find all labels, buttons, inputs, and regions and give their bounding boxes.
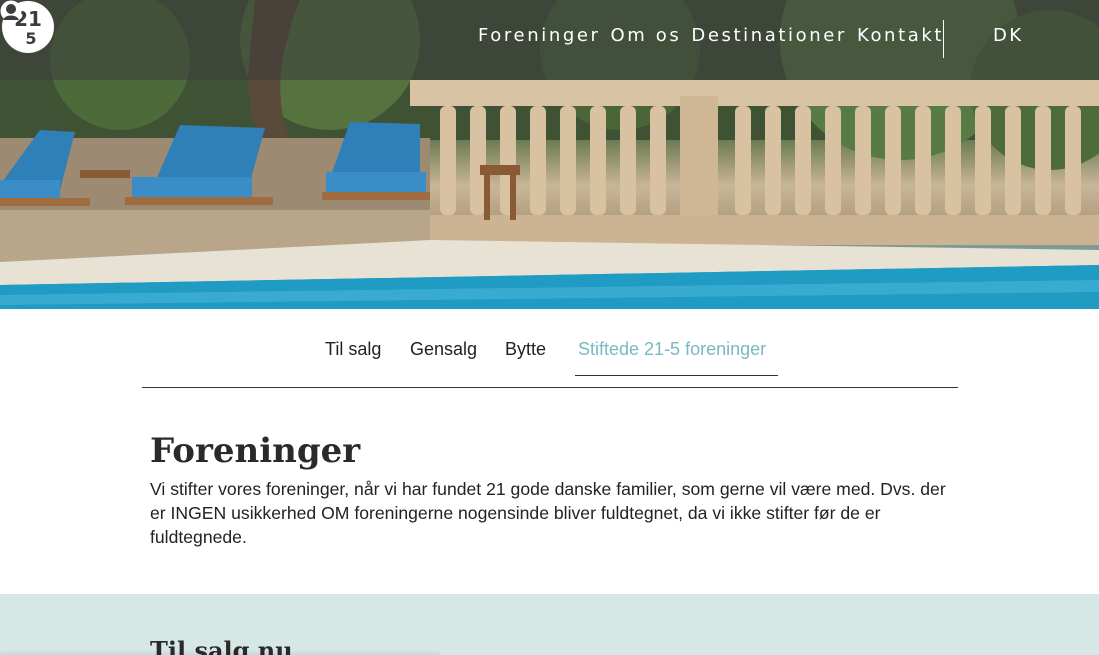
nav-destinationer[interactable]: Destinationer bbox=[691, 25, 847, 46]
active-tab-underline bbox=[575, 375, 778, 376]
user-icon[interactable] bbox=[0, 0, 22, 22]
nav-kontakt[interactable]: Kontakt bbox=[857, 25, 944, 46]
tab-gensalg[interactable]: Gensalg bbox=[410, 339, 477, 360]
card-shadow bbox=[0, 650, 440, 655]
nav-divider bbox=[943, 20, 944, 58]
tab-til-salg[interactable]: Til salg bbox=[325, 339, 381, 360]
section-body: Vi stifter vores foreninger, når vi har … bbox=[150, 479, 946, 547]
tab-bytte[interactable]: Bytte bbox=[505, 339, 546, 360]
nav-om-os[interactable]: Om os bbox=[611, 25, 682, 46]
section-title: Foreninger bbox=[150, 431, 361, 471]
hero-image: 21 5 Foreninger Om os Destinationer Kont… bbox=[0, 0, 1099, 309]
main-nav: Foreninger Om os Destinationer Kontakt bbox=[478, 25, 954, 46]
listing-tabs: Til salg Gensalg Bytte Stiftede 21-5 for… bbox=[142, 309, 958, 388]
svg-text:5: 5 bbox=[25, 29, 36, 48]
nav-foreninger[interactable]: Foreninger bbox=[478, 25, 601, 46]
language-selector[interactable]: DK bbox=[993, 25, 1023, 46]
tab-stiftede-foreninger[interactable]: Stiftede 21-5 foreninger bbox=[578, 339, 766, 360]
